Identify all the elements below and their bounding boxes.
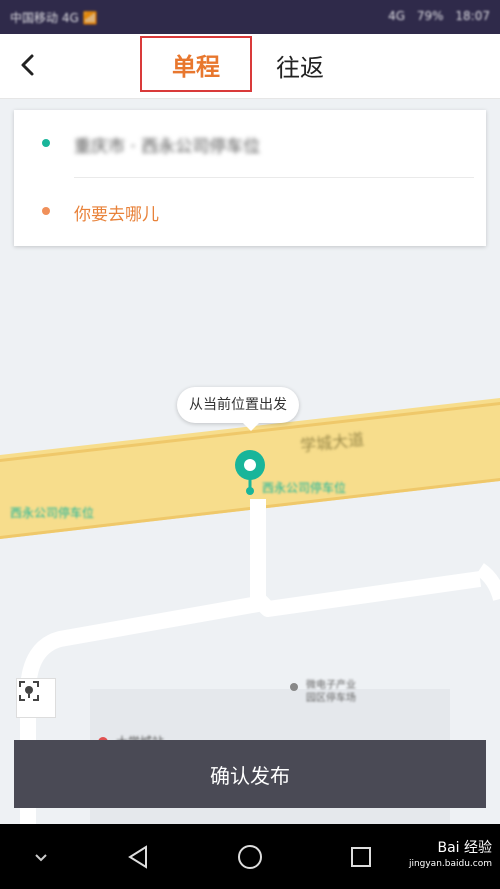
chevron-down-icon [35, 854, 47, 862]
start-location-tooltip[interactable]: 从当前位置出发 [177, 387, 299, 431]
bus-stop-label[interactable]: 西永公司停车位 [262, 479, 346, 496]
system-nav-bar: Bai 经验 jingyan.baidu.com [0, 824, 500, 889]
watermark-brand: Bai 经验 [437, 840, 492, 856]
status-bar: 中国移动 4G 📶 4G 79% 18:07 [0, 0, 500, 34]
crosshair-pin-icon [19, 681, 39, 701]
nav-menu-button[interactable] [24, 840, 58, 874]
tab-single-trip[interactable]: 单程 [140, 36, 252, 92]
carrier-text: 中国移动 4G 📶 [10, 11, 98, 25]
circle-home-icon [238, 845, 262, 869]
square-recent-icon [351, 847, 371, 867]
origin-row[interactable]: 重庆市 · 西永公司停车位 [14, 110, 486, 178]
nav-back-button[interactable] [122, 840, 156, 874]
destination-dot-icon [42, 207, 50, 215]
poi-label: 微电子产业 园区停车场 [306, 680, 356, 704]
app-header: 单程 往返 [0, 34, 500, 99]
triangle-back-icon [128, 845, 147, 869]
network-indicator: 4G [388, 9, 406, 23]
destination-input[interactable]: 你要去哪儿 [74, 200, 159, 225]
tab-round-trip[interactable]: 往返 [276, 48, 324, 83]
chevron-left-icon [21, 54, 34, 76]
location-pin-icon[interactable] [234, 449, 266, 497]
status-right: 4G 79% 18:07 [380, 9, 490, 23]
destination-row[interactable]: 你要去哪儿 [14, 178, 486, 246]
battery-text: 79% [416, 9, 444, 23]
poi-marker[interactable] [290, 683, 298, 691]
origin-dot-icon [42, 139, 50, 147]
clock-text: 18:07 [455, 9, 490, 23]
nav-recent-button[interactable] [344, 840, 378, 874]
route-card: 重庆市 · 西永公司停车位 你要去哪儿 [14, 110, 486, 246]
map-pin-icon [235, 450, 265, 495]
locate-me-button[interactable] [16, 678, 56, 718]
back-button[interactable] [14, 48, 46, 82]
confirm-publish-button[interactable]: 确认发布 [14, 740, 486, 808]
nav-home-button[interactable] [233, 840, 267, 874]
bus-stop-label[interactable]: 西永公司停车位 [10, 504, 94, 521]
origin-address: 重庆市 · 西永公司停车位 [74, 137, 261, 157]
baidu-watermark: Bai 经验 jingyan.baidu.com [409, 840, 492, 872]
watermark-url: jingyan.baidu.com [408, 859, 492, 869]
